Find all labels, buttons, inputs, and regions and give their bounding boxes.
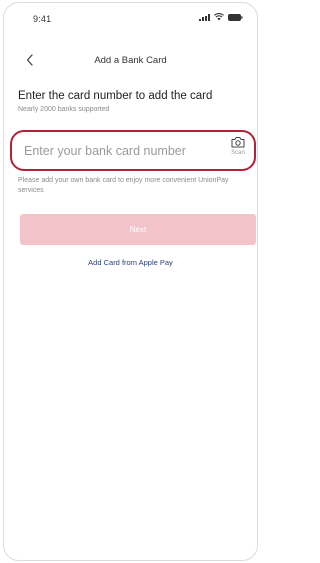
phone-screen: 9:41 Add a Bank Card Enter the card numb… bbox=[3, 2, 258, 561]
scan-label: Scan bbox=[231, 150, 245, 156]
page-title: Add a Bank Card bbox=[94, 55, 167, 66]
wifi-icon bbox=[214, 13, 224, 21]
card-number-field: Scan bbox=[10, 130, 256, 171]
signal-icon bbox=[199, 13, 210, 21]
help-text: Please add your own bank card to enjoy m… bbox=[18, 177, 229, 194]
sub-heading: Nearly 2000 banks supported bbox=[18, 106, 110, 113]
camera-icon bbox=[231, 136, 245, 148]
navigation-bar: Add a Bank Card bbox=[4, 49, 257, 73]
status-bar: 9:41 bbox=[4, 3, 257, 31]
status-icons bbox=[199, 13, 243, 21]
next-button[interactable]: Next bbox=[20, 214, 256, 245]
card-number-input[interactable] bbox=[24, 140, 214, 162]
battery-icon bbox=[228, 13, 243, 21]
status-time: 9:41 bbox=[33, 14, 52, 24]
scan-button[interactable]: Scan bbox=[226, 136, 250, 166]
main-heading: Enter the card number to add the card bbox=[18, 90, 213, 102]
add-card-apple-pay-link[interactable]: Add Card from Apple Pay bbox=[4, 258, 257, 267]
